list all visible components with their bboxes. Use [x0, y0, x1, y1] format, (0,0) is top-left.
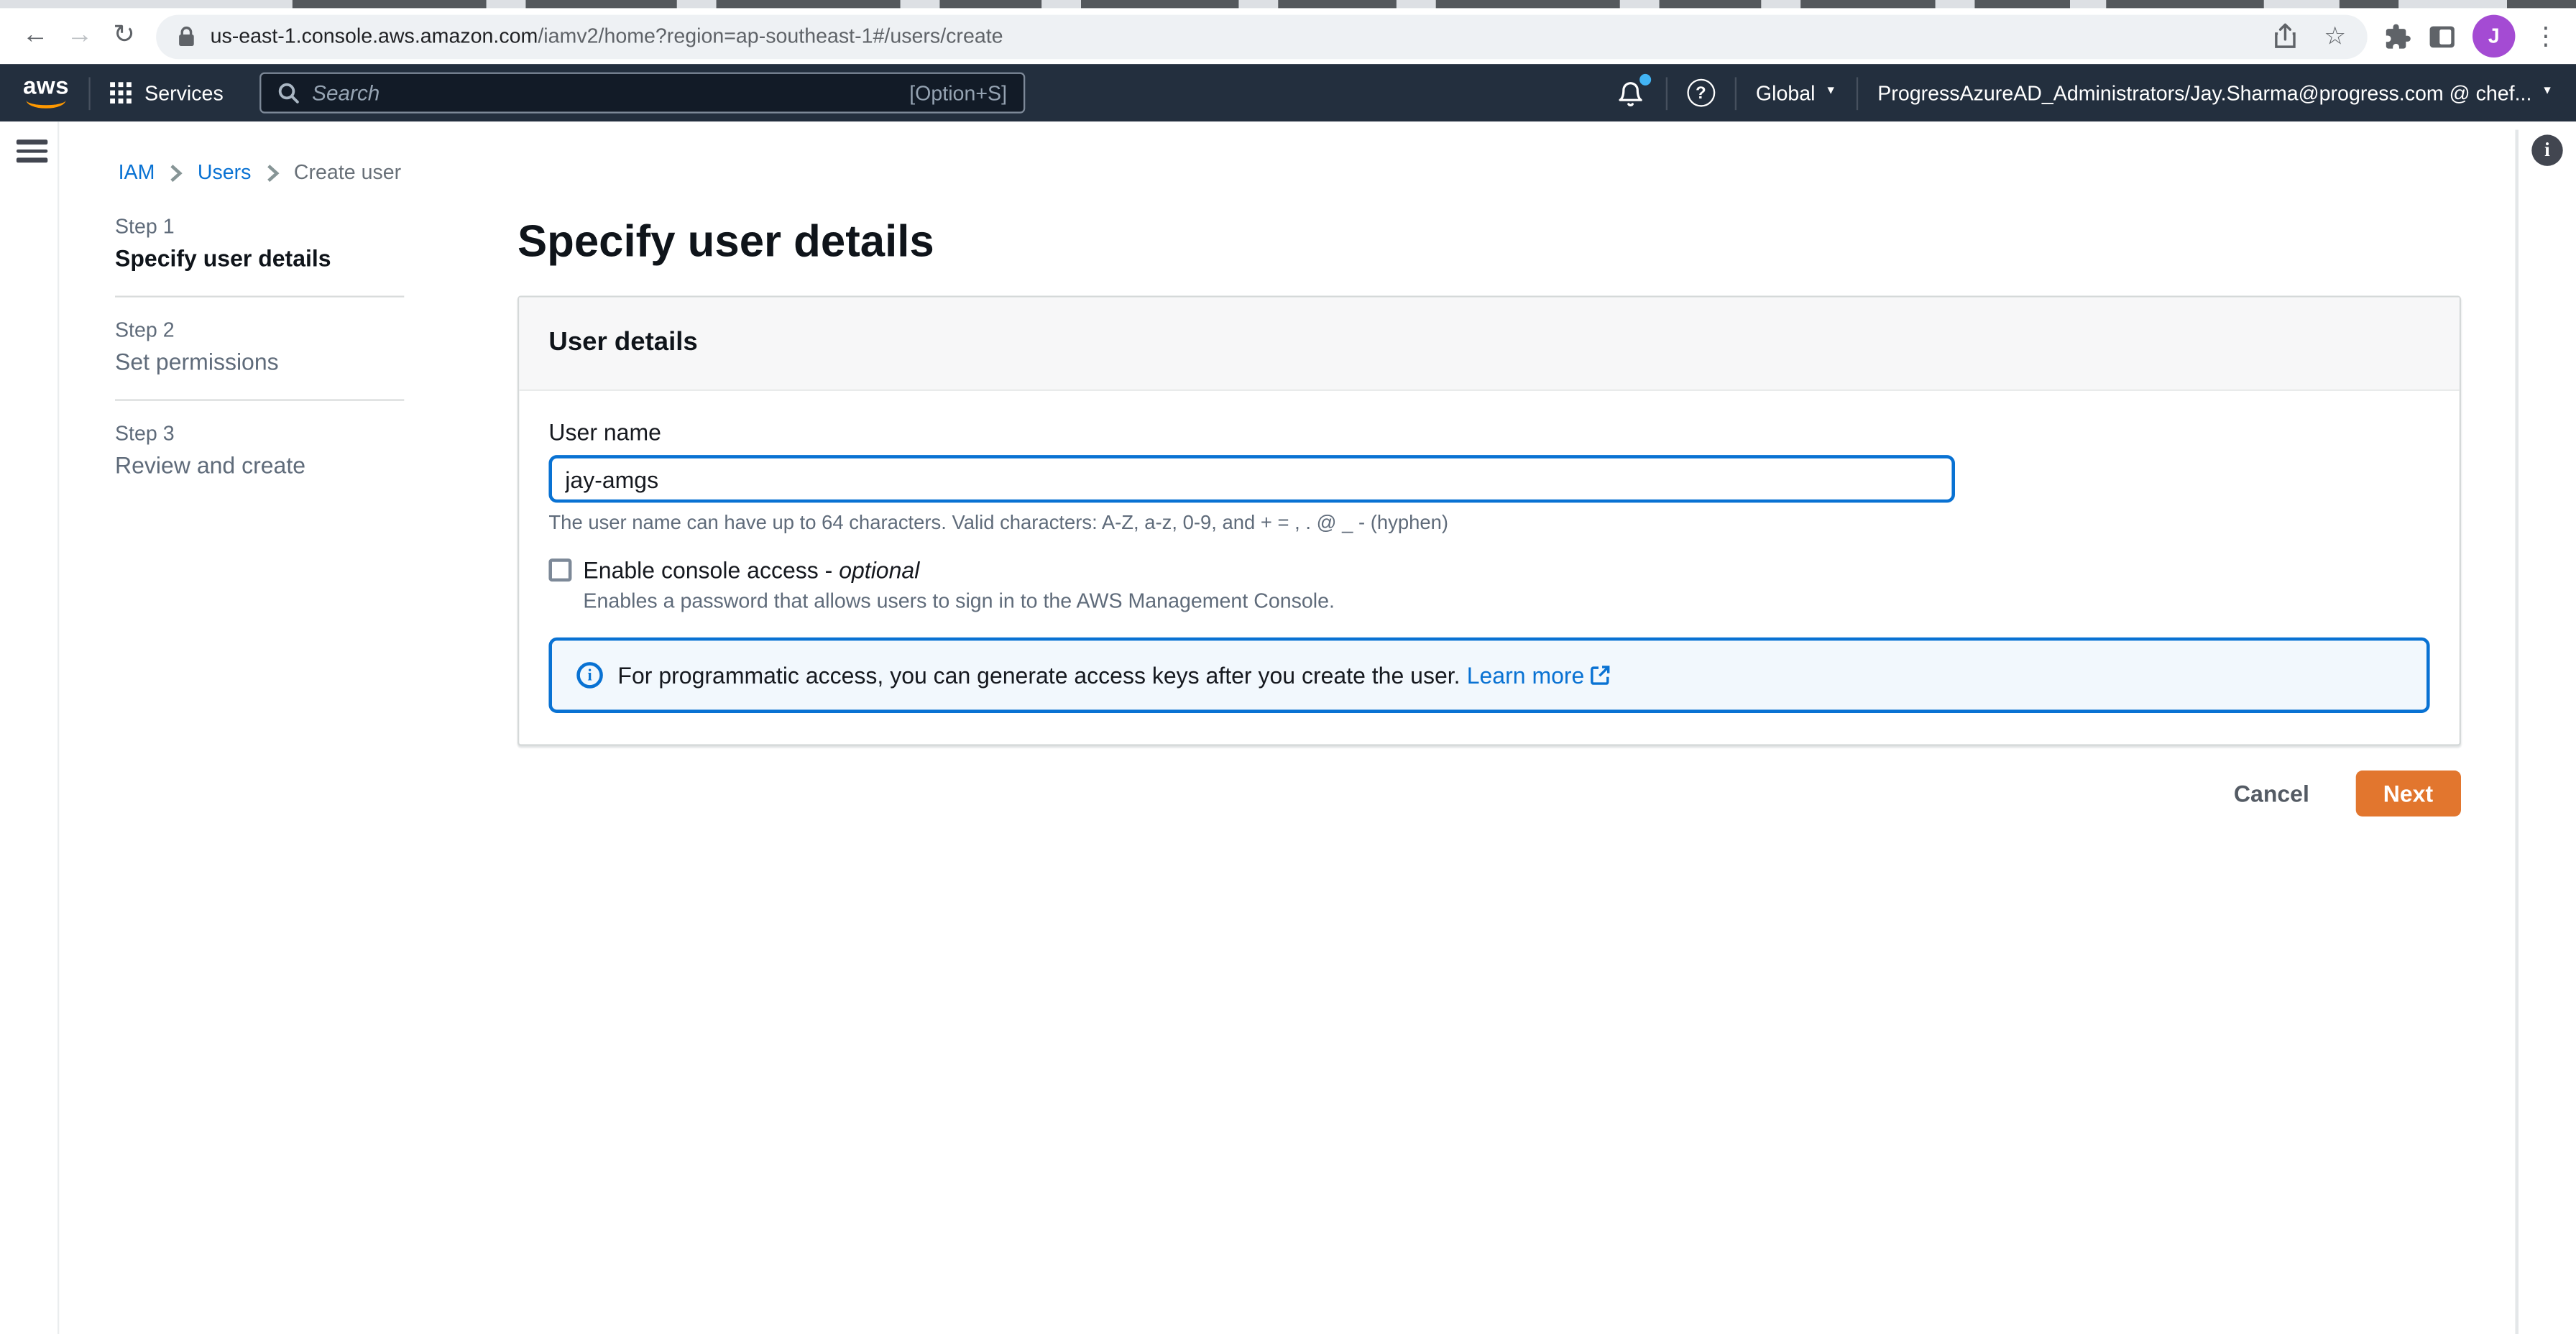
info-alert: i For programmatic access, you can gener…	[548, 637, 2430, 714]
forward-icon[interactable]: →	[58, 8, 102, 64]
breadcrumb-current: Create user	[293, 161, 402, 184]
services-grid-icon	[110, 82, 132, 104]
step2-title[interactable]: Set permissions	[115, 349, 404, 375]
step1-title: Specify user details	[115, 244, 331, 272]
breadcrumb-users[interactable]: Users	[198, 161, 252, 184]
step2-label: Step 2	[115, 318, 175, 342]
username-hint: The user name can have up to 64 characte…	[548, 510, 1449, 534]
next-button[interactable]: Next	[2355, 770, 2462, 816]
panel-header: User details	[519, 297, 2460, 391]
hamburger-menu-icon[interactable]	[16, 139, 48, 167]
main-column: Specify user details User details User n…	[518, 215, 2462, 816]
wizard-steps: Step 1 Specify user details Step 2 Set p…	[115, 215, 405, 479]
caret-down-icon: ▼	[1825, 85, 1837, 97]
caret-down-icon: ▼	[2542, 85, 2554, 97]
step3-title[interactable]: Review and create	[115, 452, 404, 479]
screen: ← → ↻ us-east-1.console.aws.amazon.com/i…	[0, 0, 2576, 1334]
browser-profile-avatar[interactable]: J	[2472, 14, 2516, 58]
url-path: /iamv2/home?region=ap-southeast-1#/users…	[538, 24, 1003, 48]
back-icon[interactable]: ←	[13, 8, 58, 64]
cancel-button[interactable]: Cancel	[2234, 781, 2309, 807]
account-menu[interactable]: ProgressAzureAD_Administrators/Jay.Sharm…	[1877, 81, 2553, 104]
console-access-row: Enable console access - optional	[548, 557, 2429, 584]
bookmark-star-icon[interactable]: ☆	[2324, 22, 2346, 51]
aws-smile-swoosh	[26, 98, 66, 109]
notification-dot	[1639, 73, 1651, 85]
info-panel-toggle-icon[interactable]: i	[2531, 134, 2563, 166]
alert-text: For programmatic access, you can generat…	[617, 662, 1611, 689]
console-access-label[interactable]: Enable console access - optional	[583, 557, 919, 584]
browser-toolbar: ← → ↻ us-east-1.console.aws.amazon.com/i…	[0, 8, 2576, 65]
learn-more-link[interactable]: Learn more	[1467, 662, 1585, 689]
breadcrumb: IAM Users Create user	[119, 161, 402, 184]
chevron-right-icon	[267, 164, 280, 181]
username-label: User name	[548, 418, 661, 446]
search-shortcut: [Option+S]	[909, 81, 1008, 105]
aws-nav-right: ? Global ▼ ProgressAzureAD_Administrator…	[1616, 73, 2553, 109]
user-details-panel: User details User name The user name can…	[518, 295, 2462, 746]
page-title: Specify user details	[518, 216, 934, 267]
services-menu[interactable]: Services	[144, 81, 224, 104]
page-content: i IAM Users Create user Step 1 Specify u…	[0, 121, 2576, 1334]
notifications-bell-icon[interactable]	[1616, 73, 1651, 108]
reload-icon[interactable]: ↻	[102, 8, 147, 64]
browser-menu-icon[interactable]: ⋮	[2534, 22, 2558, 51]
panel-body: User name The user name can have up to 6…	[519, 419, 2459, 745]
step3-label: Step 3	[115, 422, 175, 446]
extensions-puzzle-icon[interactable]	[2384, 22, 2412, 50]
share-icon[interactable]	[2273, 23, 2296, 50]
url-host: us-east-1.console.aws.amazon.com	[210, 24, 538, 48]
search-placeholder: Search	[312, 80, 380, 106]
console-access-checkbox[interactable]	[548, 558, 572, 582]
help-icon[interactable]: ?	[1686, 78, 1715, 107]
wizard-actions: Cancel Next	[518, 770, 2462, 816]
username-input[interactable]	[548, 455, 1955, 503]
breadcrumb-iam[interactable]: IAM	[119, 161, 155, 184]
optional-flag: optional	[839, 556, 920, 584]
lock-icon	[179, 25, 194, 45]
chevron-right-icon	[170, 164, 183, 181]
aws-search-input[interactable]: Search [Option+S]	[259, 72, 1026, 114]
external-link-icon	[1591, 666, 1611, 685]
browser-actions: J ⋮	[2384, 14, 2563, 58]
region-selector[interactable]: Global ▼	[1756, 81, 1836, 104]
aws-top-nav: aws Services Search [Option+S] ? Global …	[0, 64, 2576, 122]
search-icon	[278, 83, 299, 104]
url-bar[interactable]: us-east-1.console.aws.amazon.com/iamv2/h…	[156, 14, 2368, 59]
url-text: us-east-1.console.aws.amazon.com/iamv2/h…	[211, 24, 1003, 47]
aws-logo[interactable]: aws	[23, 75, 69, 109]
browser-tab-strip	[0, 0, 2576, 9]
side-rail	[0, 121, 60, 1334]
console-access-description: Enables a password that allows users to …	[583, 589, 1335, 613]
panel-title: User details	[548, 328, 698, 357]
account-label: ProgressAzureAD_Administrators/Jay.Sharm…	[1877, 81, 2532, 105]
side-panel-icon[interactable]	[2429, 25, 2455, 47]
info-icon: i	[576, 662, 603, 689]
step1-label: Step 1	[115, 215, 175, 239]
scrollbar-track[interactable]	[2515, 129, 2519, 1334]
